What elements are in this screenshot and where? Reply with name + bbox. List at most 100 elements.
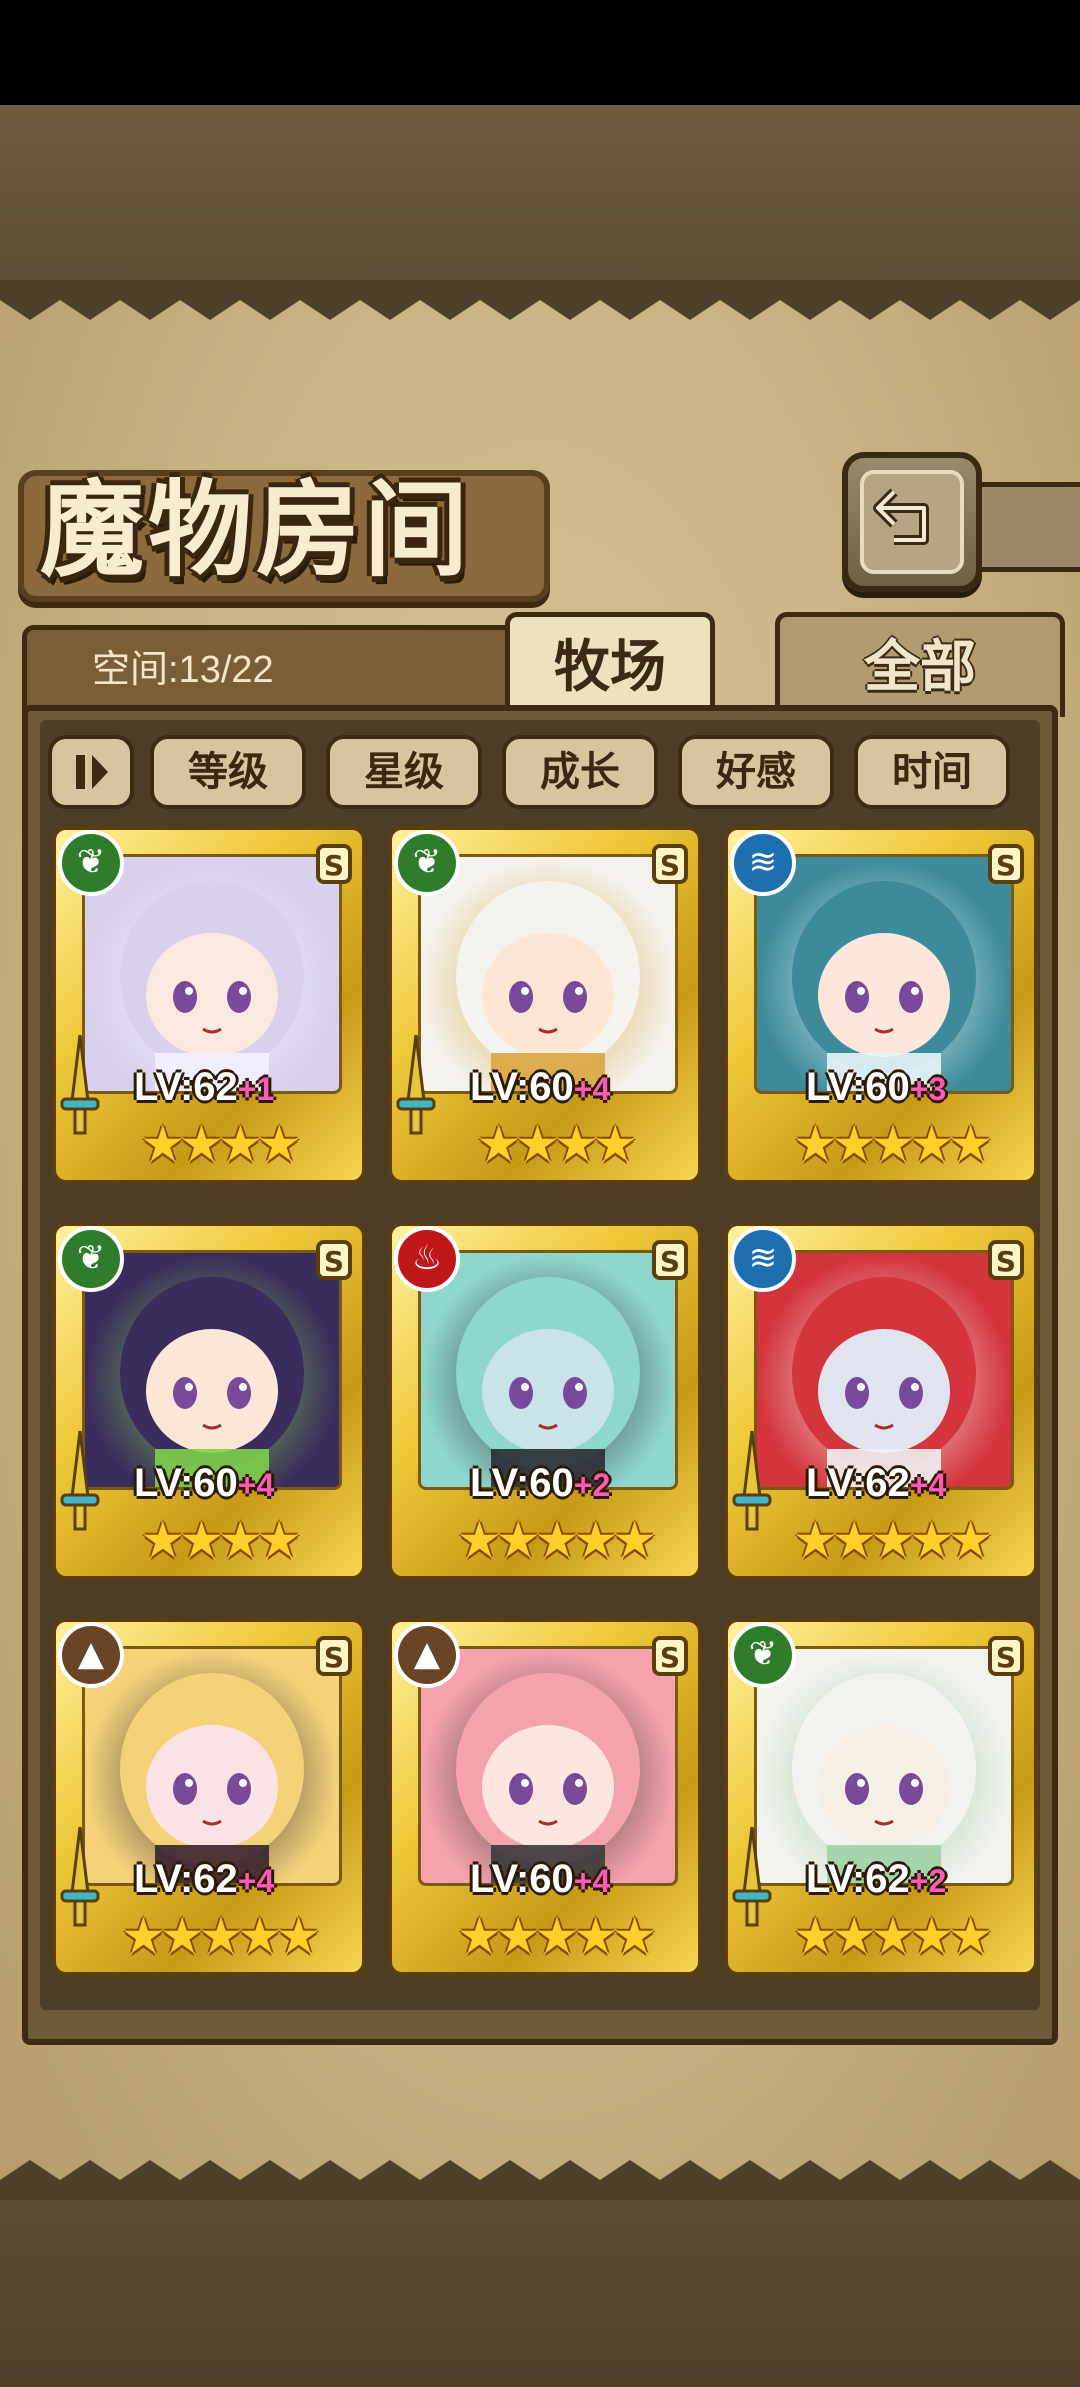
sort-order-toggle[interactable] xyxy=(48,735,134,809)
star-rating: ★★★★ xyxy=(140,1511,301,1569)
level-value: LV:60 xyxy=(470,1065,574,1109)
level-label: LV:62+2 xyxy=(806,1854,946,1904)
star-rating: ★★★★★ xyxy=(456,1511,657,1569)
monster-face xyxy=(456,1673,640,1883)
level-bonus: +2 xyxy=(573,1467,611,1503)
sword-icon xyxy=(60,1826,100,1927)
sword-icon xyxy=(60,1034,100,1135)
level-bonus: +4 xyxy=(237,1863,275,1899)
sort-by-time-button[interactable]: 时间 xyxy=(854,735,1010,809)
return-arrow-icon xyxy=(873,488,929,545)
monster-face xyxy=(792,881,976,1091)
page-title: 魔物房间 xyxy=(40,468,473,591)
star-rating: ★★★★★ xyxy=(120,1907,321,1965)
zigzag-border-top xyxy=(0,280,1080,320)
level-bonus: +2 xyxy=(909,1863,947,1899)
monster-face xyxy=(120,1277,304,1487)
sword-icon xyxy=(396,1034,436,1135)
mountain-icon: ▲ xyxy=(58,1622,124,1688)
rank-badge: S xyxy=(316,844,352,884)
monster-portrait xyxy=(754,854,1014,1094)
rank-badge: S xyxy=(652,844,688,884)
monster-card[interactable]: ▲ S LV:62+4 ★★★★★ xyxy=(52,1618,366,1976)
back-button-tab xyxy=(965,482,1080,572)
flame-icon: ♨ xyxy=(394,1226,460,1292)
level-bonus: +4 xyxy=(573,1071,611,1107)
level-bonus: +3 xyxy=(909,1071,947,1107)
tab-all[interactable]: 全部 xyxy=(775,612,1065,717)
level-label: LV:60+4 xyxy=(470,1854,610,1904)
level-bonus: +4 xyxy=(909,1467,947,1503)
level-value: LV:62 xyxy=(806,1857,910,1901)
water-wave-icon: ≋ xyxy=(730,830,796,896)
monster-portrait xyxy=(418,854,678,1094)
level-label: LV:62+1 xyxy=(134,1062,274,1112)
level-value: LV:60 xyxy=(134,1461,238,1505)
level-value: LV:62 xyxy=(806,1461,910,1505)
star-rating: ★★★★ xyxy=(140,1115,301,1173)
leaf-icon: ❦ xyxy=(394,830,460,896)
rank-badge: S xyxy=(988,1636,1024,1676)
monster-face xyxy=(456,881,640,1091)
star-rating: ★★★★★ xyxy=(792,1511,993,1569)
level-value: LV:62 xyxy=(134,1857,238,1901)
rank-badge: S xyxy=(652,1636,688,1676)
monster-card[interactable]: ❦ S LV:62+1 ★★★★ xyxy=(52,826,366,1184)
monster-face xyxy=(120,881,304,1091)
sort-by-affection-button[interactable]: 好感 xyxy=(678,735,834,809)
zigzag-border-bottom xyxy=(0,2160,1080,2200)
monster-face xyxy=(456,1277,640,1487)
monster-card[interactable]: ≋ S LV:60+3 ★★★★★ xyxy=(724,826,1038,1184)
monster-face xyxy=(792,1673,976,1883)
rank-badge: S xyxy=(988,844,1024,884)
star-rating: ★★★★★ xyxy=(792,1115,993,1173)
sword-icon xyxy=(732,1826,772,1927)
rank-badge: S xyxy=(316,1240,352,1280)
level-bonus: +1 xyxy=(237,1071,275,1107)
monster-card[interactable]: ❦ S LV:60+4 ★★★★ xyxy=(388,826,702,1184)
level-value: LV:62 xyxy=(134,1065,238,1109)
monster-portrait xyxy=(82,1646,342,1886)
level-label: LV:62+4 xyxy=(134,1854,274,1904)
monster-card[interactable]: ❦ S LV:60+4 ★★★★ xyxy=(52,1222,366,1580)
background-map-bottom xyxy=(0,2200,1080,2387)
leaf-icon: ❦ xyxy=(730,1622,796,1688)
sort-by-growth-button[interactable]: 成长 xyxy=(502,735,658,809)
rank-badge: S xyxy=(652,1240,688,1280)
tab-pasture[interactable]: 牧场 xyxy=(505,612,715,717)
monster-portrait xyxy=(418,1250,678,1490)
star-rating: ★★★★★ xyxy=(456,1907,657,1965)
level-value: LV:60 xyxy=(470,1857,574,1901)
status-bar xyxy=(0,0,1080,105)
monster-card[interactable]: ❦ S LV:62+2 ★★★★★ xyxy=(724,1618,1038,1976)
monster-card[interactable]: ♨ S LV:60+2 ★★★★★ xyxy=(388,1222,702,1580)
level-value: LV:60 xyxy=(470,1461,574,1505)
rank-badge: S xyxy=(988,1240,1024,1280)
monster-portrait xyxy=(754,1250,1014,1490)
monster-portrait xyxy=(418,1646,678,1886)
level-label: LV:62+4 xyxy=(806,1458,946,1508)
monster-card[interactable]: ▲ S LV:60+4 ★★★★★ xyxy=(388,1618,702,1976)
level-bonus: +4 xyxy=(237,1467,275,1503)
level-label: LV:60+2 xyxy=(470,1458,610,1508)
level-value: LV:60 xyxy=(806,1065,910,1109)
mountain-icon: ▲ xyxy=(394,1622,460,1688)
capacity-text: 空间:13/22 xyxy=(92,649,274,691)
leaf-icon: ❦ xyxy=(58,1226,124,1292)
monster-face xyxy=(120,1673,304,1883)
monster-face xyxy=(792,1277,976,1487)
sort-by-stars-button[interactable]: 星级 xyxy=(326,735,482,809)
star-rating: ★★★★★ xyxy=(792,1907,993,1965)
pause-sort-icon xyxy=(76,755,108,789)
sword-icon xyxy=(732,1430,772,1531)
sword-icon xyxy=(60,1430,100,1531)
level-label: LV:60+4 xyxy=(470,1062,610,1112)
back-button[interactable] xyxy=(842,452,982,592)
star-rating: ★★★★ xyxy=(476,1115,637,1173)
sort-by-level-button[interactable]: 等级 xyxy=(150,735,306,809)
background-map-top xyxy=(0,105,1080,290)
monster-card[interactable]: ≋ S LV:62+4 ★★★★★ xyxy=(724,1222,1038,1580)
rank-badge: S xyxy=(316,1636,352,1676)
monster-portrait xyxy=(82,854,342,1094)
monster-portrait xyxy=(754,1646,1014,1886)
